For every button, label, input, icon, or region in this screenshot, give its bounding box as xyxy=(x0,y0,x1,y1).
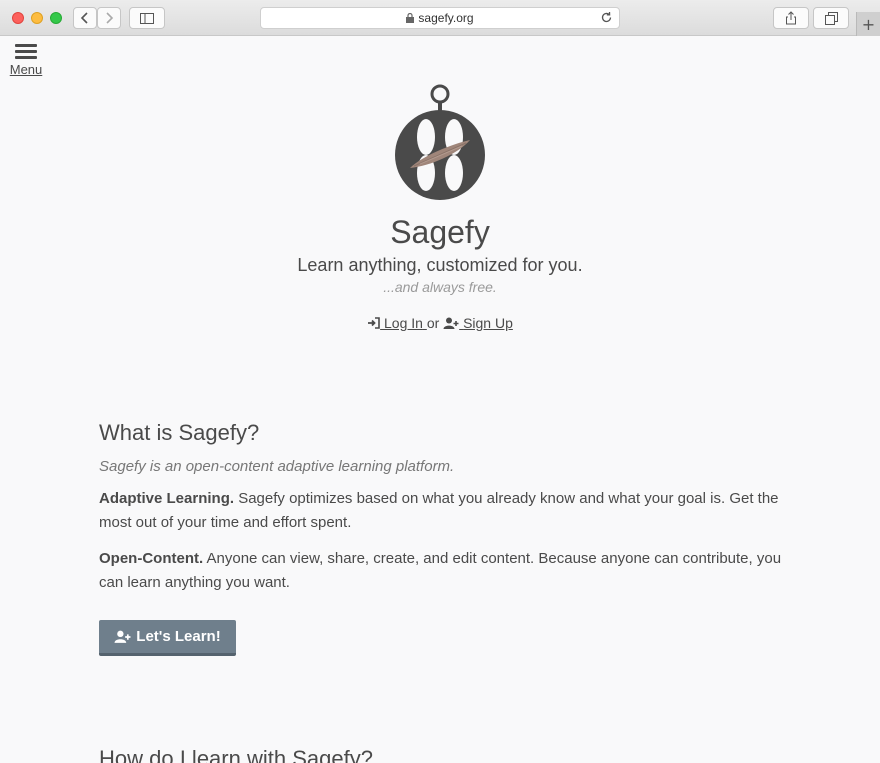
hamburger-icon xyxy=(15,44,37,59)
back-button[interactable] xyxy=(73,7,97,29)
window-minimize-button[interactable] xyxy=(31,12,43,24)
login-link[interactable]: Log In xyxy=(367,315,427,331)
about-heading: What is Sagefy? xyxy=(99,420,260,445)
lets-learn-button[interactable]: Let's Learn! xyxy=(99,620,236,656)
share-icon xyxy=(786,11,796,25)
signup-label: Sign Up xyxy=(463,315,513,331)
tabs-icon xyxy=(824,11,838,25)
reload-icon[interactable] xyxy=(600,11,613,24)
menu-toggle[interactable]: Menu xyxy=(6,44,46,77)
brand-title: Sagefy xyxy=(390,214,490,250)
window-maximize-button[interactable] xyxy=(50,12,62,24)
subtagline: ...and always free. xyxy=(383,279,497,295)
browser-toolbar: sagefy.org + xyxy=(0,0,880,36)
forward-button[interactable] xyxy=(97,7,121,29)
tagline: Learn anything, customized for you. xyxy=(297,255,583,275)
plus-icon: + xyxy=(861,14,876,34)
user-plus-icon xyxy=(114,630,131,643)
menu-label[interactable]: Menu xyxy=(6,62,46,77)
lets-learn-label: Let's Learn! xyxy=(136,628,221,645)
auth-links: Log In or Sign Up xyxy=(0,315,880,331)
signup-link[interactable]: Sign Up xyxy=(443,315,513,331)
chevron-right-icon xyxy=(106,12,114,24)
open-content-title: Open-Content. xyxy=(99,550,204,567)
about-lead: Sagefy is an open-content adaptive learn… xyxy=(99,458,455,475)
share-button[interactable] xyxy=(773,7,809,29)
login-label: Log In xyxy=(384,315,423,331)
open-content-paragraph: Open-Content. Anyone can view, share, cr… xyxy=(99,547,789,595)
url-text: sagefy.org xyxy=(418,11,474,25)
window-close-button[interactable] xyxy=(12,12,24,24)
address-bar[interactable]: sagefy.org xyxy=(260,7,620,29)
adaptive-title: Adaptive Learning. xyxy=(99,490,235,507)
adaptive-paragraph: Adaptive Learning. Sagefy optimizes base… xyxy=(99,487,789,535)
how-heading: How do I learn with Sagefy? xyxy=(99,746,373,763)
sidebar-icon xyxy=(140,12,154,24)
tabs-overview-button[interactable] xyxy=(813,7,849,29)
user-plus-icon xyxy=(443,317,459,329)
chevron-left-icon xyxy=(80,12,88,24)
lock-icon xyxy=(406,13,415,23)
sidebar-toggle-button[interactable] xyxy=(129,7,165,29)
sign-in-icon xyxy=(368,317,380,329)
or-label: or xyxy=(426,315,440,331)
sagefy-logo xyxy=(395,84,485,200)
about-section: What is Sagefy? Sagefy is an open-conten… xyxy=(99,420,789,595)
hero: Sagefy Learn anything, customized for yo… xyxy=(0,82,880,331)
new-tab-button[interactable]: + xyxy=(856,12,880,36)
